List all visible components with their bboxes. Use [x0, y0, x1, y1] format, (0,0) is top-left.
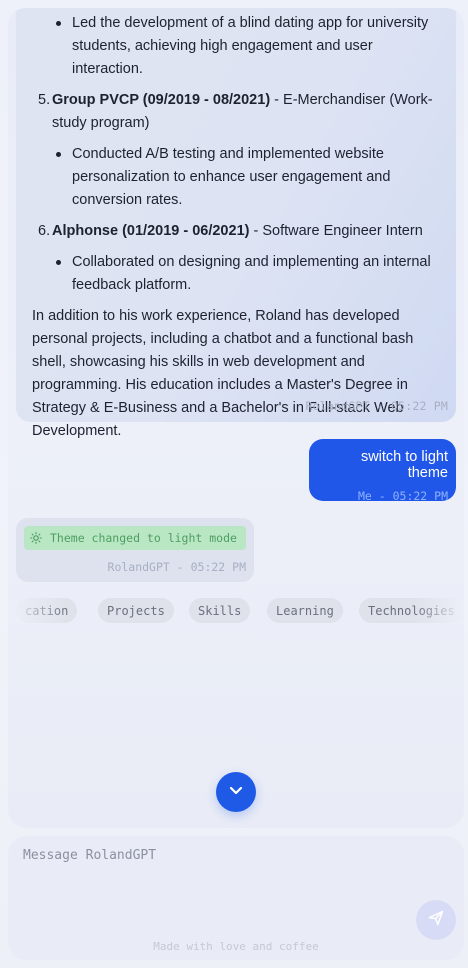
list-item-text: Conducted A/B testing and implemented we…	[72, 146, 391, 208]
job-role: - Software Engineer Intern	[249, 223, 423, 239]
theme-message-bubble: Theme changed to light mode RolandGPT - …	[16, 518, 254, 582]
message-timestamp: Me - 05:22 PM	[357, 489, 448, 503]
footer-note: Made with love and coffee	[153, 940, 319, 953]
chevron-down-icon	[227, 781, 245, 804]
message-input[interactable]	[23, 848, 403, 908]
theme-status-badge: Theme changed to light mode	[24, 526, 246, 550]
job-title: Group PVCP (09/2019 - 08/2021)	[52, 92, 271, 108]
theme-status-text: Theme changed to light mode	[50, 531, 237, 545]
user-message-text: switch to light theme	[360, 449, 448, 481]
message-timestamp: RolandGPT - 05:22 PM	[305, 399, 448, 413]
summary-paragraph: In addition to his work experience, Rola…	[32, 308, 414, 439]
suggestion-chip-learning[interactable]: Learning	[267, 598, 343, 623]
list-item-text: Collaborated on designing and implementi…	[72, 254, 431, 293]
list-number: 6.	[38, 223, 51, 239]
chips-fade-right	[414, 598, 464, 624]
list-item: Led the development of a blind dating ap…	[32, 12, 444, 81]
list-item: 5. Group PVCP (09/2019 - 08/2021) - E-Mer…	[32, 89, 444, 135]
list-item: Conducted A/B testing and implemented we…	[32, 143, 444, 212]
send-icon	[427, 909, 445, 932]
chips-fade-left	[8, 598, 68, 624]
suggestion-chip-skills[interactable]: Skills	[189, 598, 251, 623]
scroll-down-button[interactable]	[216, 772, 256, 812]
composer: Made with love and coffee	[8, 836, 464, 960]
message-timestamp: RolandGPT - 05:22 PM	[107, 560, 246, 574]
suggestion-chip-projects[interactable]: Projects	[98, 598, 174, 623]
list-item-text: Led the development of a blind dating ap…	[72, 15, 429, 77]
bot-message-bubble: Led the development of a blind dating ap…	[16, 8, 456, 439]
list-item: 6. Alphonse (01/2019 - 06/2021) - Softwar…	[32, 220, 444, 243]
send-button[interactable]	[416, 900, 456, 940]
chat-panel[interactable]: Led the development of a blind dating ap…	[8, 8, 464, 828]
list-item: Collaborated on designing and implementi…	[32, 251, 444, 297]
job-title: Alphonse (01/2019 - 06/2021)	[52, 223, 250, 239]
list-number: 5.	[38, 92, 51, 108]
suggestion-chips: cation Projects Skills Learning Technolo…	[8, 598, 464, 624]
user-message-bubble: switch to light theme Me - 05:22 PM	[309, 439, 456, 503]
sun-icon	[30, 532, 42, 544]
